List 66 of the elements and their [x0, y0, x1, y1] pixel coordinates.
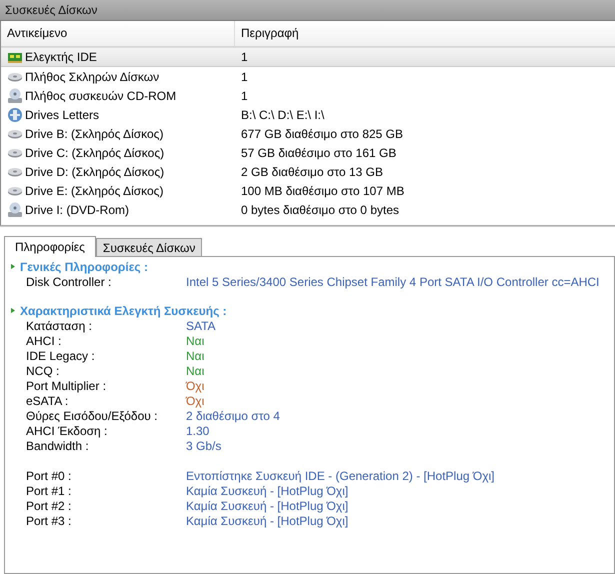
- field-value: 1.30: [186, 424, 210, 438]
- disc-drive-icon: [7, 88, 23, 104]
- field-label: Disk Controller :: [26, 274, 112, 288]
- table-row[interactable]: Πλήθος συσκευών CD-ROM 1: [1, 86, 615, 105]
- field-label: Port #2 :: [26, 498, 72, 512]
- field-value: 2 διαθέσιμο στο 4: [186, 408, 280, 422]
- table-row[interactable]: Ελεγκτής IDE 1: [1, 47, 615, 67]
- field-label: AHCI :: [26, 334, 62, 348]
- column-header[interactable]: Αντικείμενο: [1, 21, 235, 46]
- item-value: 1: [241, 50, 248, 64]
- field-value: Όχι: [186, 394, 204, 408]
- disc-drive-icon: [7, 202, 23, 218]
- item-name: Πλήθος συσκευών CD-ROM: [25, 88, 176, 102]
- field-label: IDE Legacy :: [26, 348, 96, 362]
- item-name: Drives Letters: [25, 108, 100, 122]
- table-row[interactable]: Drives Letters B:\ C:\ D:\ E:\ I:\: [1, 105, 615, 124]
- section-title: Χαρακτηριστικά Ελεγκτή Συσκευής :: [20, 304, 227, 318]
- item-value: 677 GB διαθέσιμο στο 825 GB: [241, 126, 404, 140]
- field-label: Port #3 :: [26, 514, 72, 528]
- triangle-icon: [11, 307, 15, 314]
- field-label: NCQ :: [26, 364, 60, 378]
- field-value: Ναι: [186, 334, 204, 348]
- triangle-icon: [11, 263, 15, 270]
- item-value: 0 bytes διαθέσιμο στο 0 bytes: [241, 202, 399, 216]
- item-value: 100 MB διαθέσιμο στο 107 MB: [241, 184, 404, 198]
- field-label: Bandwidth :: [26, 438, 90, 452]
- field-label: eSATA :: [26, 394, 70, 408]
- field-label: Κατάσταση :: [26, 318, 93, 332]
- field-label: Port #1 :: [26, 484, 72, 498]
- item-value: 1: [241, 88, 248, 102]
- table-row[interactable]: Drive B: (Σκληρός Δίσκος) 677 GB διαθέσιμο στο 825 GB: [1, 124, 615, 143]
- item-name: Ελεγκτής IDE: [25, 50, 97, 64]
- field-label: Θύρες Εισόδου/Εξόδου :: [26, 408, 159, 422]
- field-label: AHCI Έκδοση :: [26, 424, 108, 438]
- table-row[interactable]: Drive E: (Σκληρός Δίσκος) 100 MB διαθέσιμο στο 107 MB: [1, 181, 615, 200]
- field-value: Καμία Συσκευή - [HotPlug Όχι]: [186, 484, 348, 498]
- item-value: B:\ C:\ D:\ E:\ I:\: [241, 108, 324, 122]
- item-value: 2 GB διαθέσιμο στο 13 GB: [241, 164, 383, 178]
- field-value: Εντοπίστηκε Συσκευή IDE - (Generation 2) - [HotPlug Όχι]: [186, 468, 494, 482]
- item-value: 1: [241, 70, 248, 84]
- item-value: 57 GB διαθέσιμο στο 161 GB: [241, 146, 396, 160]
- item-name: Πλήθος Σκληρών Δίσκων: [25, 70, 160, 84]
- field-value: Ναι: [186, 348, 204, 362]
- tab[interactable]: Πληροφορίες: [4, 236, 96, 257]
- field-label: Port #0 :: [26, 468, 72, 482]
- field-value: SATA: [186, 318, 216, 332]
- field-label: Port Multiplier :: [26, 378, 108, 392]
- item-name: Drive I: (DVD-Rom): [25, 202, 129, 216]
- item-name: Drive E: (Σκληρός Δίσκος): [25, 184, 164, 198]
- table-row[interactable]: Drive D: (Σκληρός Δίσκος) 2 GB διαθέσιμο στο 13 GB: [1, 162, 615, 181]
- table-row[interactable]: Drive I: (DVD-Rom) 0 bytes διαθέσιμο στο 0 bytes: [1, 200, 615, 219]
- field-value: Intel 5 Series/3400 Series Chipset Family 4 Port SATA I/O Controller cc=AHCI: [186, 274, 600, 288]
- field-value: 3 Gb/s: [186, 438, 222, 452]
- field-value: Καμία Συσκευή - [HotPlug Όχι]: [186, 514, 348, 528]
- field-value: Όχι: [186, 378, 204, 392]
- item-name: Drive D: (Σκληρός Δίσκος): [25, 164, 164, 178]
- table-row[interactable]: Drive C: (Σκληρός Δίσκος) 57 GB διαθέσιμο στο 161 GB: [1, 143, 615, 162]
- window-title: Συσκευές Δίσκων: [0, 0, 615, 21]
- table-row[interactable]: Πλήθος Σκληρών Δίσκων 1: [1, 67, 615, 86]
- item-name: Drive B: (Σκληρός Δίσκος): [25, 126, 164, 140]
- tab[interactable]: Συσκευές Δίσκων: [96, 238, 202, 256]
- column-header[interactable]: Περιγραφή: [235, 21, 615, 46]
- field-value: Ναι: [186, 364, 204, 378]
- item-name: Drive C: (Σκληρός Δίσκος): [25, 146, 164, 160]
- section-title: Γενικές Πληροφορίες :: [20, 260, 148, 274]
- field-value: Καμία Συσκευή - [HotPlug Όχι]: [186, 498, 348, 512]
